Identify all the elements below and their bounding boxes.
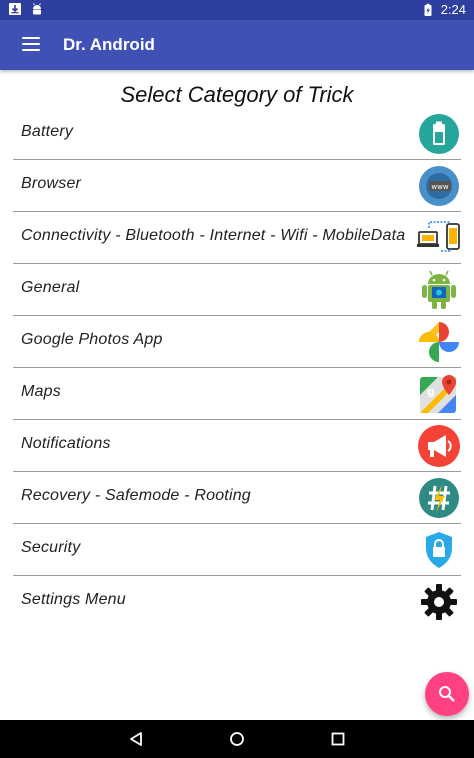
megaphone-icon: [417, 425, 461, 467]
category-connectivity[interactable]: Connectivity - Bluetooth - Internet - Wi…: [13, 212, 461, 264]
category-label: Settings Menu: [21, 591, 126, 608]
app-bar: Dr. Android: [0, 20, 474, 70]
android-robot-icon: [417, 269, 461, 311]
battery-icon: [417, 113, 461, 155]
home-icon[interactable]: [226, 728, 248, 750]
category-browser[interactable]: Browser www: [13, 160, 461, 212]
category-notifications[interactable]: Notifications: [13, 420, 461, 472]
back-icon[interactable]: [125, 728, 147, 750]
category-label: Recovery - Safemode - Rooting: [21, 487, 251, 504]
category-settings-menu[interactable]: Settings Menu: [13, 576, 461, 627]
download-icon: [9, 3, 21, 15]
battery-charging-icon: [424, 3, 432, 16]
category-list: Battery Browser www Connectivity - Bluet…: [13, 108, 461, 627]
category-label: Battery: [21, 123, 74, 140]
google-photos-pinwheel-icon: [417, 321, 461, 363]
hamburger-menu-icon[interactable]: [22, 37, 40, 51]
search-fab-button[interactable]: [425, 672, 469, 716]
category-label: Google Photos App: [21, 331, 163, 348]
category-label: Connectivity - Bluetooth - Internet - Wi…: [21, 227, 406, 244]
android-debug-icon: [33, 3, 41, 15]
svg-text:www: www: [431, 183, 448, 191]
status-bar: 2:24: [0, 0, 474, 20]
category-label: General: [21, 279, 80, 296]
search-icon: [439, 686, 455, 702]
svg-text:g: g: [427, 385, 435, 398]
navigation-bar: [0, 720, 474, 758]
category-maps[interactable]: Maps g: [13, 368, 461, 420]
category-label: Browser: [21, 175, 82, 192]
recents-icon[interactable]: [327, 728, 349, 750]
category-label: Notifications: [21, 435, 111, 452]
category-label: Security: [21, 539, 81, 556]
www-globe-icon: www: [417, 165, 461, 207]
category-security[interactable]: Security: [13, 524, 461, 576]
category-recovery[interactable]: Recovery - Safemode - Rooting: [13, 472, 461, 524]
page-heading: Select Category of Trick: [120, 82, 354, 107]
category-general[interactable]: General: [13, 264, 461, 316]
category-label: Maps: [21, 383, 61, 400]
status-time: 2:24: [440, 2, 466, 17]
google-maps-icon: g: [417, 373, 461, 415]
shield-lock-icon: [417, 529, 461, 571]
gear-icon: [417, 581, 461, 623]
category-google-photos-app[interactable]: Google Photos App: [13, 316, 461, 368]
device-sync-icon: [417, 217, 461, 259]
app-title: Dr. Android: [63, 35, 155, 54]
category-battery[interactable]: Battery: [13, 108, 461, 160]
hashtag-lightning-icon: [417, 477, 461, 519]
